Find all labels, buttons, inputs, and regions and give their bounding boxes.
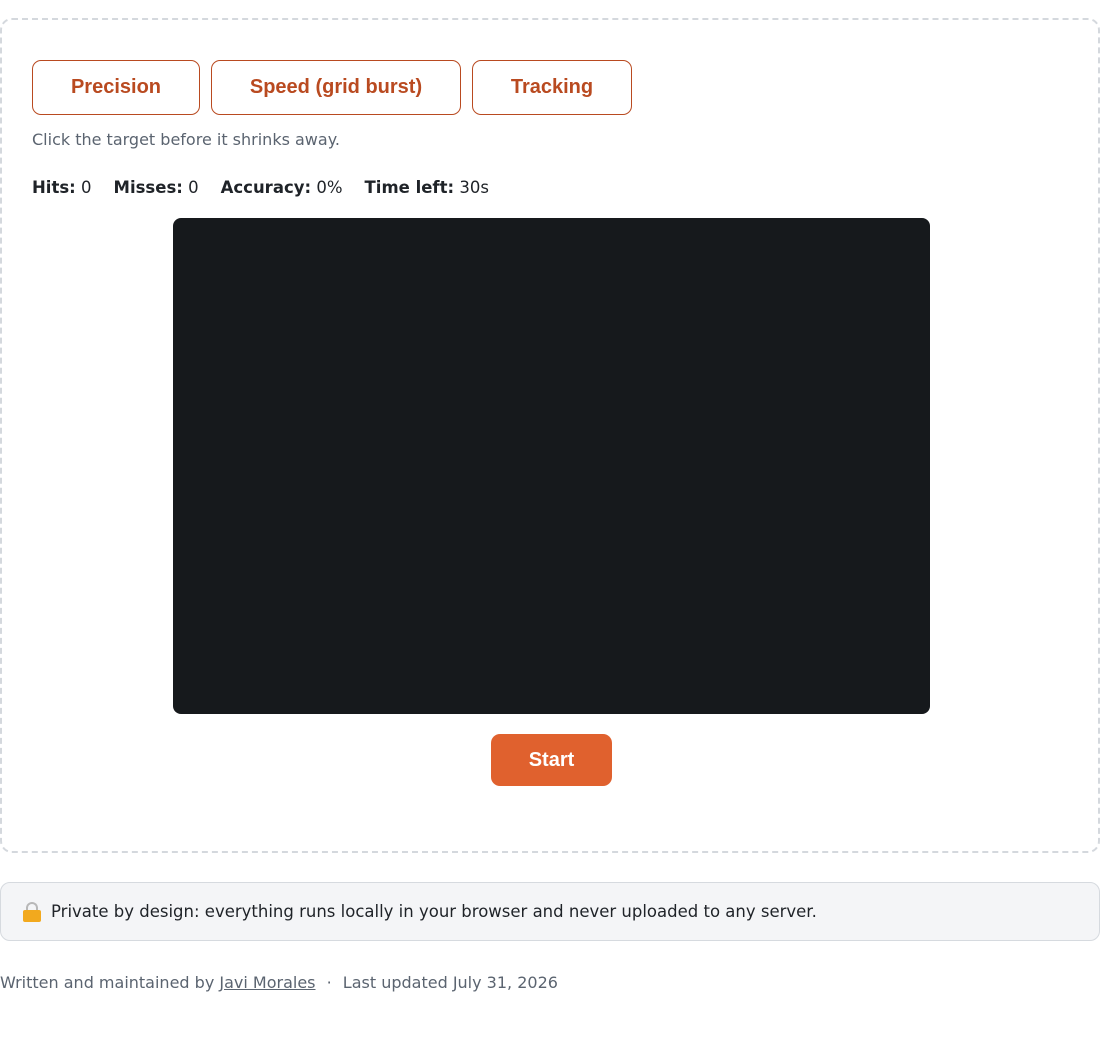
precision-mode-button[interactable]: Precision (32, 60, 200, 115)
time-left-value: 30s (459, 178, 489, 197)
privacy-notice: Private by design: everything runs local… (0, 882, 1100, 941)
time-left-stat: Time left: 30s (365, 178, 489, 197)
lock-icon (23, 901, 41, 922)
page-footer: Written and maintained by Javi Morales ·… (0, 973, 558, 992)
accuracy-label: Accuracy: (220, 178, 312, 197)
tracking-mode-button[interactable]: Tracking (472, 60, 632, 115)
speed-mode-button[interactable]: Speed (grid burst) (211, 60, 461, 115)
time-left-label: Time left: (364, 178, 455, 197)
hits-value: 0 (81, 178, 92, 197)
mode-hint: Click the target before it shrinks away. (32, 130, 340, 149)
privacy-text: Private by design: everything runs local… (51, 902, 817, 921)
aim-trainer-card: Precision Speed (grid burst) Tracking Cl… (0, 18, 1100, 853)
accuracy-value: 0% (316, 178, 343, 197)
written-by-text: Written and maintained by (0, 973, 215, 992)
hits-label: Hits: (32, 178, 76, 197)
footer-separator: · (326, 973, 332, 992)
author-link[interactable]: Javi Morales (219, 973, 315, 992)
misses-stat: Misses: 0 (114, 178, 199, 197)
accuracy-stat: Accuracy: 0% (221, 178, 343, 197)
last-updated-text: Last updated July 31, 2026 (342, 973, 558, 992)
misses-value: 0 (188, 178, 199, 197)
start-button[interactable]: Start (491, 734, 612, 786)
hits-stat: Hits: 0 (32, 178, 92, 197)
stats-bar: Hits: 0 Misses: 0 Accuracy: 0% Time left… (32, 178, 489, 197)
target-arena[interactable] (173, 218, 930, 714)
mode-selector: Precision Speed (grid burst) Tracking (32, 60, 632, 115)
misses-label: Misses: (113, 178, 183, 197)
